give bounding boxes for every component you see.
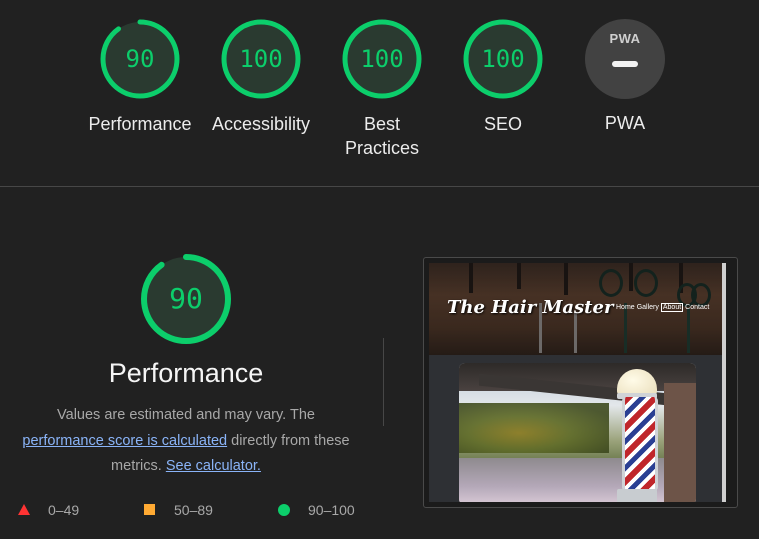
barber-pole [622,397,658,491]
screenshot-image: The Hair Master Home Gallery About Contact [429,263,726,502]
preview-scrollbar[interactable] [722,263,726,502]
section-divider [0,186,759,187]
performance-main-score: 90 [169,282,203,315]
gauge-best-practices[interactable]: 100 Best Practices [322,18,442,160]
desc-text: Values are estimated and may vary. The [57,407,315,423]
gauge-pwa[interactable]: PWA PWA [565,18,685,135]
performance-description: Values are estimated and may vary. The p… [0,403,372,480]
red-triangle-icon [18,504,30,515]
gauge-score: 100 [360,45,404,73]
road [459,458,696,502]
dash-icon [612,61,638,67]
page-body [429,355,726,502]
barber-pole-photo [459,363,696,502]
nav-item: Home [616,304,635,311]
orange-square-icon [144,504,155,515]
final-screenshot-preview[interactable]: The Hair Master Home Gallery About Contact [423,257,738,508]
see-calculator-link[interactable]: See calculator. [166,458,261,474]
gauge-label: Performance [88,114,192,134]
pwa-logo-icon: PWA [609,31,641,46]
pwa-badge: PWA [585,19,665,99]
nav-item-active: About [660,303,684,312]
gauge-label: PWA [604,113,646,133]
site-nav: Home Gallery About Contact [616,303,711,312]
pole-base [617,489,657,502]
nav-item: Gallery [636,304,659,311]
legend-average: 50–89 [144,500,213,520]
score-legend: 0–49 50–89 90–100 [0,500,380,520]
vertical-divider [383,338,384,426]
gauge-label: Best Practices [344,114,420,158]
green-circle-icon [278,504,290,516]
gauge-score: 90 [125,45,155,73]
gauge-accessibility[interactable]: 100 Accessibility [201,18,321,136]
legend-range: 90–100 [308,502,355,518]
gauge-score: 100 [481,45,525,73]
desc-text: metrics. [111,458,162,474]
category-gauges: 90 Performance 100 Accessibility 100 Bes… [0,0,759,187]
trees [459,403,609,453]
legend-range: 0–49 [48,502,80,518]
gauge-score: 100 [239,45,283,73]
brick-wall [664,383,696,502]
legend-range: 50–89 [174,502,213,518]
nav-item: Contact [685,304,710,311]
score-calculated-link[interactable]: performance score is calculated [22,433,227,449]
performance-main-gauge: 90 [140,253,232,345]
site-title: The Hair Master [447,297,614,318]
lighthouse-report: 90 Performance 100 Accessibility 100 Bes… [0,0,759,539]
legend-pass: 90–100 [278,500,355,520]
legend-fail: 0–49 [18,500,79,520]
gauge-seo[interactable]: 100 SEO [443,18,563,136]
performance-title: Performance [108,358,264,388]
desc-text: directly from these [231,432,350,449]
hero-banner: The Hair Master Home Gallery About Contact [429,263,726,355]
gauge-performance[interactable]: 90 Performance [80,18,200,136]
gauge-label: Accessibility [211,114,311,134]
gauge-label: SEO [483,114,522,134]
